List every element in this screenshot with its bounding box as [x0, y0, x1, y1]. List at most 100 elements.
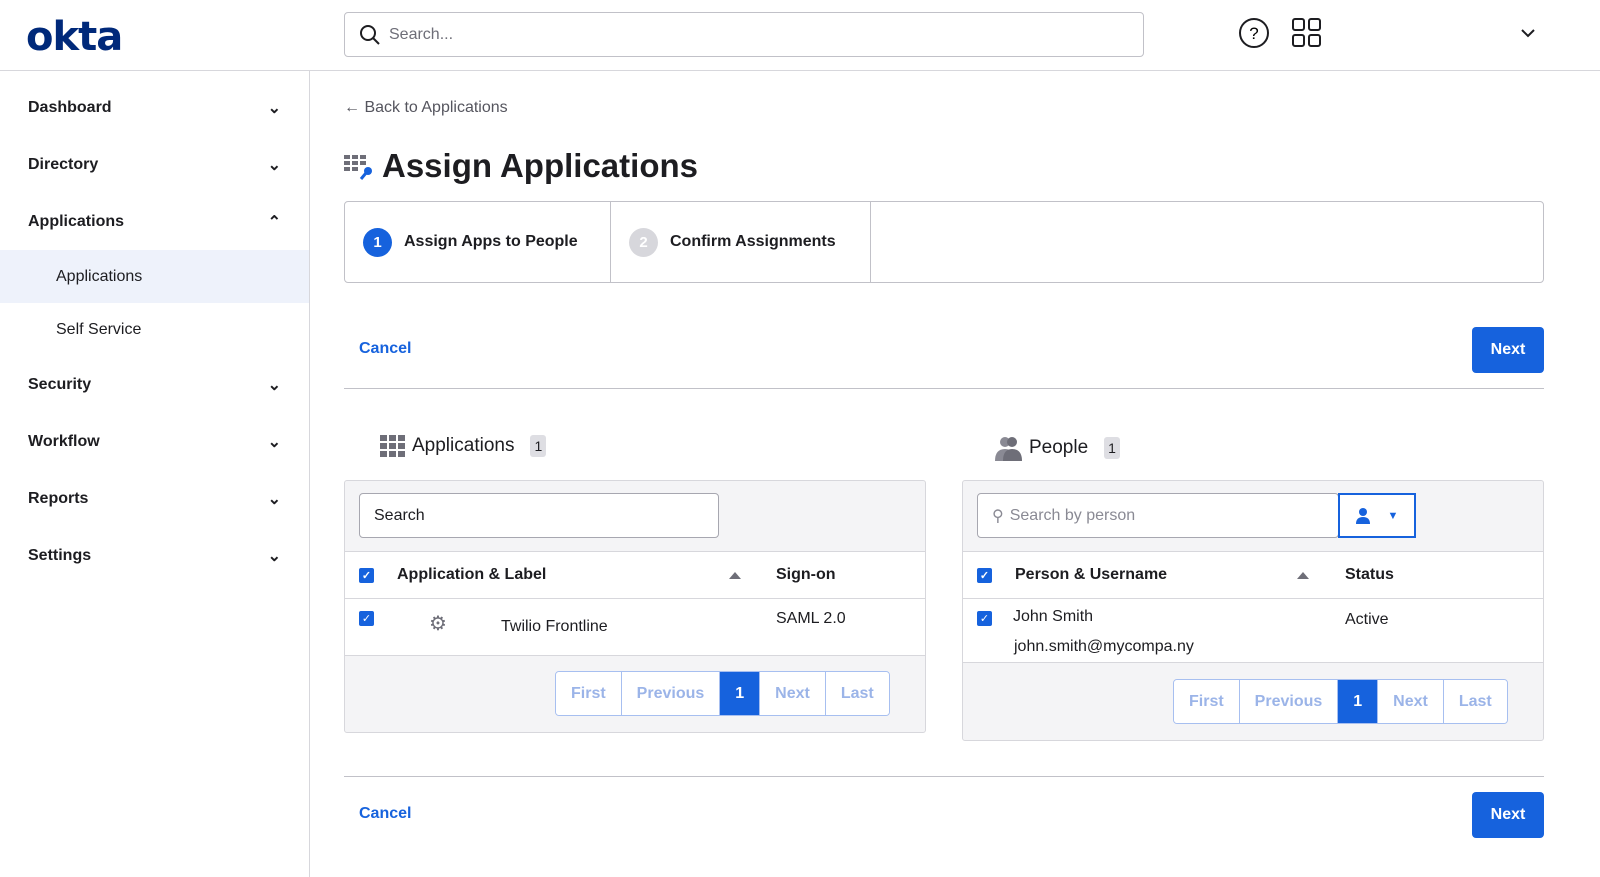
applications-search-input[interactable]: Search	[359, 493, 719, 538]
table-row: ✓ John Smith john.smith@mycompa.ny Activ…	[963, 599, 1543, 662]
select-all-checkbox[interactable]: ✓	[359, 567, 374, 583]
search-icon: ⚲	[992, 507, 1004, 525]
cancel-button-top[interactable]: Cancel	[359, 340, 411, 358]
sidebar-item-security[interactable]: Security ⌄	[0, 356, 309, 413]
previous-page-button[interactable]: Previous	[1239, 680, 1339, 723]
sidebar-item-directory[interactable]: Directory ⌄	[0, 136, 309, 193]
column-header-status: Status	[1345, 566, 1394, 583]
first-page-button[interactable]: First	[1174, 680, 1240, 723]
title-text: Assign Applications	[382, 147, 698, 184]
nav-label: Directory	[28, 155, 99, 173]
svg-text:?: ?	[1249, 24, 1258, 43]
chevron-down-icon: ⌄	[267, 547, 281, 565]
sidebar-item-dashboard[interactable]: Dashboard ⌄	[0, 79, 309, 136]
select-all-checkbox[interactable]: ✓	[977, 567, 992, 583]
current-page-button[interactable]: 1	[720, 672, 761, 715]
cancel-button-bottom[interactable]: Cancel	[359, 805, 411, 823]
gear-icon: ⚙	[429, 613, 447, 635]
caret-down-icon: ▼	[1387, 509, 1399, 522]
row-checkbox[interactable]: ✓	[977, 611, 992, 626]
back-to-applications-link[interactable]: ← Back to Applications	[344, 99, 508, 117]
sort-asc-icon[interactable]	[1297, 571, 1309, 579]
chevron-down-icon: ⌄	[267, 156, 281, 174]
help-icon[interactable]: ?	[1238, 17, 1270, 49]
chevron-down-icon: ⌄	[267, 99, 281, 117]
heading-text: Applications	[412, 435, 515, 456]
column-header-person[interactable]: Person & Username	[1015, 566, 1167, 584]
chevron-down-icon: ⌄	[267, 433, 281, 451]
nav-label: Applications	[28, 212, 125, 230]
next-page-button[interactable]: Next	[760, 672, 826, 715]
person-filter-dropdown[interactable]: ▼	[1338, 493, 1416, 538]
step-label: Confirm Assignments	[670, 233, 836, 250]
last-page-button[interactable]: Last	[1443, 680, 1507, 723]
nav-label: Workflow	[28, 432, 100, 450]
page-title: Assign Applications	[344, 147, 698, 185]
search-icon	[360, 24, 380, 45]
chevron-down-icon: ⌄	[267, 376, 281, 394]
chevron-down-icon: ⌄	[267, 490, 281, 508]
table-header: ✓ Person & Username Status	[963, 552, 1543, 599]
person-name: John Smith	[1013, 608, 1094, 625]
sidebar-subitem-self-service[interactable]: Self Service	[0, 303, 309, 356]
sidebar-item-reports[interactable]: Reports ⌄	[0, 470, 309, 527]
global-search-input[interactable]: Search...	[344, 12, 1144, 57]
signon-value: SAML 2.0	[776, 610, 846, 627]
nav-label: Reports	[28, 489, 89, 507]
wizard-steps: 1 Assign Apps to People 2 Confirm Assignme…	[344, 201, 1544, 283]
search-placeholder: Search...	[389, 25, 454, 43]
heading-text: People	[1029, 437, 1089, 458]
next-page-button[interactable]: Next	[1378, 680, 1444, 723]
sort-asc-icon[interactable]	[729, 571, 741, 579]
sidebar-subitem-applications[interactable]: Applications	[0, 250, 309, 303]
people-pagination: First Previous 1 Next Last	[1173, 679, 1508, 724]
people-icon	[995, 437, 1022, 461]
app-name: Twilio Frontline	[501, 618, 608, 635]
people-table: ✓ Person & Username Status ✓ John Smith …	[963, 551, 1543, 663]
people-heading: People 1	[995, 435, 1120, 461]
step-number: 2	[629, 227, 658, 257]
step-number: 1	[363, 227, 392, 257]
okta-logo[interactable]: okta	[26, 14, 123, 60]
previous-page-button[interactable]: Previous	[621, 672, 721, 715]
applications-panel: Search ✓ Application & Label Sign-on ✓ ⚙…	[344, 480, 926, 733]
sidebar-item-workflow[interactable]: Workflow ⌄	[0, 413, 309, 470]
next-button-top[interactable]: Next	[1472, 327, 1544, 373]
step-assign-apps: 1 Assign Apps to People	[345, 202, 611, 282]
first-page-button[interactable]: First	[556, 672, 622, 715]
column-header-signon: Sign-on	[776, 566, 836, 583]
assign-apps-icon	[344, 155, 372, 180]
nav-label: Security	[28, 375, 92, 393]
current-page-button[interactable]: 1	[1338, 680, 1379, 723]
row-checkbox[interactable]: ✓	[359, 611, 374, 626]
count-badge: 1	[1104, 437, 1120, 459]
divider	[344, 388, 1544, 389]
step-confirm: 2 Confirm Assignments	[611, 202, 871, 282]
nav-label: Dashboard	[28, 98, 112, 116]
applications-pagination: First Previous 1 Next Last	[555, 671, 890, 716]
people-search-input[interactable]: ⚲ Search by person	[977, 493, 1339, 538]
account-chevron-down-icon[interactable]	[1520, 27, 1536, 39]
step-label: Assign Apps to People	[404, 233, 578, 250]
search-placeholder: Search by person	[1009, 506, 1136, 524]
top-header: okta Search... ?	[0, 0, 1600, 71]
person-icon	[1355, 507, 1370, 524]
apps-grid-icon	[380, 435, 405, 457]
nav-label: Settings	[28, 546, 92, 564]
sidebar-item-applications[interactable]: Applications ⌃	[0, 193, 309, 250]
last-page-button[interactable]: Last	[825, 672, 889, 715]
count-badge: 1	[530, 435, 547, 457]
table-header: ✓ Application & Label Sign-on	[345, 552, 925, 599]
applications-table: ✓ Application & Label Sign-on ✓ ⚙ Twilio…	[345, 551, 925, 656]
column-header-application[interactable]: Application & Label	[397, 566, 546, 584]
sidebar: Dashboard ⌄ Directory ⌄ Applications ⌃ Appl…	[0, 71, 310, 877]
people-panel: ⚲ Search by person ▼ ✓ Person & Username …	[962, 480, 1544, 741]
person-username: john.smith@mycompa.ny	[1014, 638, 1194, 655]
divider	[344, 776, 1544, 777]
chevron-up-icon: ⌃	[267, 213, 281, 231]
applications-heading: Applications 1	[380, 435, 547, 457]
sidebar-item-settings[interactable]: Settings ⌄	[0, 527, 309, 584]
table-row: ✓ ⚙ Twilio Frontline SAML 2.0	[345, 599, 925, 655]
app-grid-icon[interactable]	[1291, 17, 1323, 49]
next-button-bottom[interactable]: Next	[1472, 792, 1544, 838]
